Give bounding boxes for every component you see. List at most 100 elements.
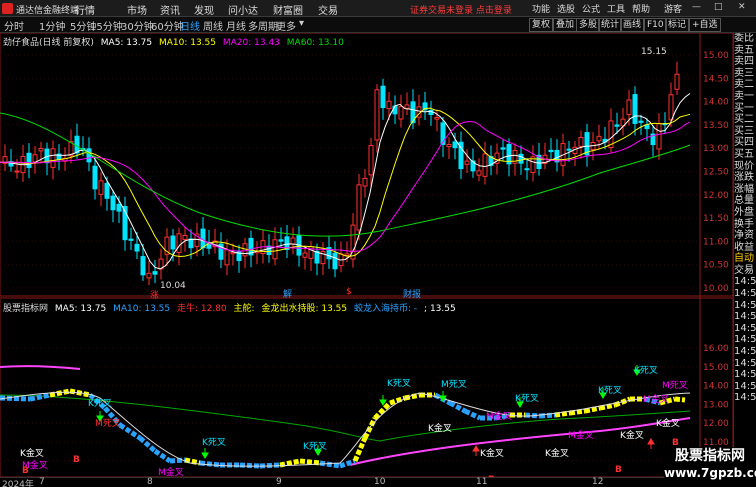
menu-bangzhu[interactable]: 帮助 [632,2,650,15]
close-icon[interactable]: ✕ [738,2,746,12]
period-more[interactable]: 更多 [276,18,296,33]
k-gold-cross-4: K金叉 [545,449,569,459]
minimize-icon[interactable]: — [692,2,701,12]
ind-ribbon-segment [674,396,686,403]
draw-button[interactable]: 画线 [620,18,645,32]
menu-caifuquan[interactable]: 财富圈 [273,2,303,17]
ind-ribbon-segment [279,458,301,468]
k-dead-cross-2: K死叉 [202,438,226,448]
candle-body [374,89,380,141]
m-dead-cross-1: M死叉 [95,419,121,429]
candle-body [518,153,524,164]
menu-gongju[interactable]: 工具 [607,2,625,15]
candle-body [392,105,398,115]
ind-zouniu-label: 走牛: 12.80 [177,304,227,314]
y-tick-label: 15.00 [703,363,729,373]
login-notice[interactable]: 证券交易未登录 点击登录 [410,3,512,16]
rp-auto[interactable]: 自动 [734,253,756,265]
multi-stock-button[interactable]: 多股 [576,18,601,32]
ma10-label: MA10: 13.55 [158,38,216,48]
rp-tick: 14:5 [734,322,756,334]
f10-button[interactable]: F10 [644,18,667,32]
buy-mark-4: B [615,465,622,475]
menu-jiaoyi[interactable]: 交易 [318,2,338,17]
m-gold-cross-4: M金叉 [568,431,594,441]
candle-body [98,180,104,195]
indicator-legend: 股票指标网 MA5: 13.75 MA10: 13.55 走牛: 12.80 主… [3,301,460,314]
mark-button[interactable]: 标记 [665,18,690,32]
rp-weibi: 委比 [734,33,754,44]
stats-button[interactable]: 统计 [598,18,623,32]
marker-caibao: 财报 [403,290,422,300]
period-60min[interactable]: 60分钟 [151,18,184,33]
y-tick-label: 14.50 [703,74,729,84]
main-legend: 劲仔食品(日线 前复权) MA5: 13.75 MA10: 13.55 MA20… [3,35,348,48]
rp-outer: 外盘 [734,206,754,218]
menu-youke[interactable]: 游客 [664,2,682,15]
menu-gongneng[interactable]: 功能 [532,2,550,15]
menu-faxian[interactable]: 发现 [194,2,214,17]
y-tick-label: 13.00 [703,144,729,154]
candle-body [50,148,56,168]
candle-body [146,272,152,279]
menu-wenxiaoda[interactable]: 问小达 [228,2,258,17]
date-label: 9 [276,477,282,487]
candle-body [596,135,602,142]
ind-value-label: ; 13.55 [424,304,456,314]
menu-zixun[interactable]: 资讯 [160,2,180,17]
chevron-down-icon[interactable]: ▾ [299,18,304,29]
y-tick-label: 10.50 [703,261,729,271]
chart-canvas[interactable]: 15.00 14.50 14.00 13.50 13.00 12.50 12.00 11.50… [0,33,733,477]
candle-body [626,99,632,116]
menu-gongshi[interactable]: 公式 [582,2,600,15]
period-day[interactable]: 日线 [180,18,200,33]
sell-arrow-icon [201,448,209,459]
y-tick-label: 14.00 [703,98,729,108]
buy-mark-2: B [73,455,80,465]
period-30min[interactable]: 30分钟 [121,18,154,33]
ind-ribbon-segment [299,458,321,466]
buy-arrow-icon [647,438,655,449]
rp-tick: 14:5 [734,288,756,300]
indicator-title: 股票指标网 [3,304,49,314]
candle-body [38,147,44,152]
marker-dollar: $ [346,287,352,297]
add-watchlist-button[interactable]: +自选 [689,18,721,32]
candle-body [86,148,92,163]
m-gold-cross-3: M金叉 [486,412,512,422]
rp-tick: 14:5 [734,311,756,323]
menu-shichang[interactable]: 市场 [127,2,147,17]
y-tick-label: 12.00 [703,191,729,201]
candle-body [446,144,452,148]
period-week[interactable]: 周线 [203,18,223,33]
period-month[interactable]: 月线 [226,18,246,33]
candle-body [566,148,572,151]
menu-xuangu[interactable]: 选股 [557,2,575,15]
watermark-url: www.7gpzb.com [664,466,756,480]
overlay-button[interactable]: 叠加 [553,18,578,32]
fuquan-button[interactable]: 复权 [529,18,554,32]
menu-hangqing[interactable]: 行情 [75,2,95,17]
candle-body [182,234,188,240]
period-fenshi[interactable]: 分时 [4,18,24,33]
rp-earnings: 收益 [734,241,754,253]
rp-buy3: 买三 [734,125,754,137]
date-label: 7 [39,477,45,487]
period-15min[interactable]: 15分钟 [90,18,123,33]
maximize-icon[interactable]: □ [714,2,723,12]
rp-price: 现价 [734,160,754,172]
rp-sell5: 卖五 [734,44,754,56]
chart-area[interactable]: 15.00 14.50 14.00 13.50 13.00 12.50 12.00 11.50… [0,33,733,487]
app-logo-icon [2,3,13,14]
candle-body [524,168,530,171]
period-1min[interactable]: 1分钟 [39,18,65,33]
candle-body [170,235,176,250]
ind-jiaolong-label: 蛟龙入海持币: - [354,304,418,314]
rp-trade[interactable]: 交易 [734,265,756,277]
k-dead-cross-1: K死叉 [88,399,112,409]
period-multi[interactable]: 多周期 [248,18,278,33]
rp-tick: 14:5 [734,346,756,358]
candle-body [14,170,20,173]
date-label: 8 [147,477,153,487]
marker-jie: 解 [283,290,293,300]
